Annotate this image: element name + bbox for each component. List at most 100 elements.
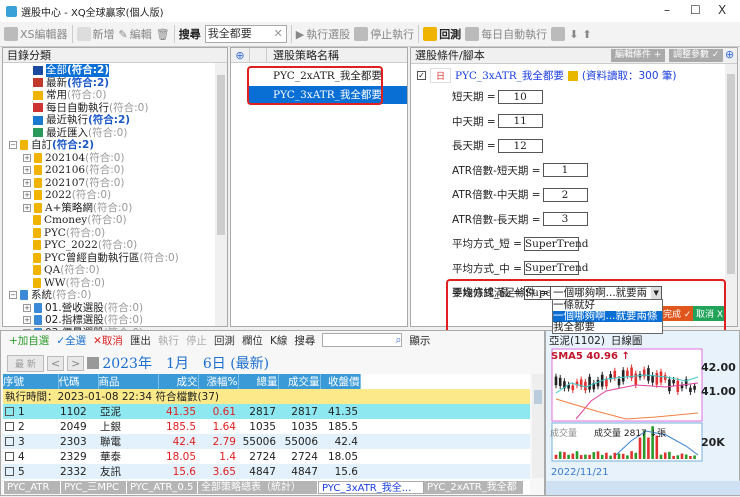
expand-icon[interactable]: + bbox=[23, 316, 31, 325]
results-tool-button[interactable]: 匯出 bbox=[130, 333, 151, 348]
search-input[interactable]: 我全都要 ✕ bbox=[204, 25, 287, 43]
backtest-button[interactable]: 回測 bbox=[423, 26, 461, 42]
table-row[interactable]: 2 2049 上銀 185.5 1.64 1035 1035 185.5 bbox=[3, 419, 530, 434]
expand-icon[interactable]: + bbox=[23, 203, 31, 212]
tree-item[interactable]: 全部 (符合:2) bbox=[3, 64, 227, 77]
delete-button[interactable]: 🗑 bbox=[156, 28, 170, 41]
collapse-icon[interactable]: − bbox=[9, 291, 17, 300]
strategy-tab[interactable]: PYC_ATR bbox=[4, 481, 61, 494]
table-row[interactable]: 3 2303 聯電 42.4 2.79 55006 55006 42.4 bbox=[3, 434, 530, 449]
param-input[interactable]: 12 bbox=[497, 138, 543, 153]
tree-item[interactable]: +02.指標選股 (符合:0) bbox=[3, 314, 227, 327]
tree-item[interactable]: +202106 (符合:0) bbox=[3, 164, 227, 177]
prev-button[interactable]: < bbox=[46, 355, 65, 371]
param-input[interactable]: 1 bbox=[542, 163, 588, 177]
strategy-tab[interactable]: PYC_2xATR_我全都 bbox=[424, 481, 524, 494]
tree-item[interactable]: +202107 (符合:0) bbox=[3, 177, 227, 190]
results-search-input[interactable]: ⌕ bbox=[322, 333, 403, 347]
close-button[interactable]: X bbox=[718, 3, 726, 17]
daily-run-button[interactable]: 每日自動執行 bbox=[465, 26, 547, 42]
param-input[interactable]: SuperTrend bbox=[523, 236, 589, 251]
zoom-icon[interactable]: ⊕ bbox=[725, 48, 734, 61]
xs-editor-button[interactable]: XS編輯器 bbox=[4, 26, 68, 42]
results-tool-button[interactable]: 欄位 bbox=[242, 333, 263, 348]
run-button[interactable]: ▶ 執行選股 bbox=[296, 26, 350, 42]
column-header[interactable]: 代碼 bbox=[58, 374, 99, 389]
tree-item[interactable]: 最近執行 (符合:2) bbox=[3, 114, 227, 127]
column-header[interactable]: 成交量 bbox=[278, 374, 321, 389]
param-input[interactable]: SuperTrend bbox=[523, 261, 589, 275]
strategy-tab[interactable]: PYC_ATR_0.5 bbox=[127, 481, 198, 494]
clear-icon[interactable]: ✕ bbox=[274, 26, 283, 42]
expand-icon[interactable]: + bbox=[23, 178, 31, 187]
tree-scrollbar[interactable] bbox=[215, 63, 227, 326]
strategy-tab[interactable]: PYC_三MPC bbox=[61, 481, 127, 494]
table-row[interactable]: 1 1102 亞泥 41.35 0.61 2817 2817 41.35 bbox=[3, 404, 530, 419]
calendar-icon[interactable] bbox=[87, 357, 100, 369]
import-button[interactable]: ⬇ bbox=[569, 28, 578, 41]
row-checkbox[interactable] bbox=[5, 407, 14, 416]
xs-script-icon[interactable] bbox=[567, 70, 578, 81]
results-tool-button[interactable]: ✓全選 bbox=[56, 333, 86, 348]
strategy-tab[interactable]: 全部策略總表（統計） bbox=[198, 481, 318, 494]
maximize-button[interactable]: ☐ bbox=[690, 3, 701, 17]
tree-item[interactable]: 常用 (符合:0) bbox=[3, 89, 227, 102]
param-input[interactable]: 3 bbox=[542, 212, 588, 226]
column-header[interactable]: 商品 bbox=[98, 374, 159, 389]
results-scrollbar[interactable] bbox=[532, 374, 544, 478]
results-tool-button[interactable]: K線 bbox=[270, 333, 287, 348]
next-button[interactable]: > bbox=[67, 355, 85, 371]
tree-item[interactable]: − 自訂 (符合:2) bbox=[3, 139, 227, 152]
results-tool-button[interactable]: +加自選 bbox=[9, 333, 49, 348]
column-header[interactable]: 序號 bbox=[3, 374, 59, 389]
tree-item[interactable]: +2022 (符合:0) bbox=[3, 189, 227, 202]
row-checkbox[interactable] bbox=[5, 422, 14, 431]
export-button[interactable]: ⬆ bbox=[582, 28, 591, 41]
tree-item[interactable]: − 系統 (符合:0) bbox=[3, 289, 227, 302]
tree-item[interactable]: +202104 (符合:0) bbox=[3, 152, 227, 165]
expand-icon[interactable]: + bbox=[23, 303, 31, 312]
results-tool-button[interactable]: 回測 bbox=[214, 333, 235, 348]
tree-item[interactable]: PYC (符合:0) bbox=[3, 227, 227, 240]
table-row[interactable]: 5 2332 友訊 15.6 3.65 4847 4847 15.6 bbox=[3, 464, 530, 479]
strategy-tab[interactable]: PYC_3xATR_我全... bbox=[318, 481, 424, 494]
tree-item[interactable]: + A+策略網 (符合:0) bbox=[3, 202, 227, 215]
column-header[interactable]: 漲幅% bbox=[198, 374, 239, 389]
param-input[interactable]: 2 bbox=[542, 187, 588, 202]
disable-daily-button[interactable] bbox=[551, 27, 566, 41]
tree-item[interactable]: 最新 (符合:2) bbox=[3, 77, 227, 90]
row-checkbox[interactable] bbox=[5, 452, 14, 461]
new-button[interactable]: 新增 bbox=[76, 26, 115, 42]
collapse-icon[interactable]: − bbox=[9, 141, 17, 150]
condition-name[interactable]: PYC_3xATR_我全都要 bbox=[455, 68, 564, 83]
param-input[interactable]: 11 bbox=[497, 114, 543, 128]
chart-scrollbar[interactable] bbox=[546, 481, 740, 495]
column-header[interactable]: 收盤價 bbox=[320, 374, 361, 389]
tree-item[interactable]: +01.營收選股 (符合:0) bbox=[3, 302, 227, 315]
tree-item[interactable]: 最近匯入 (符合:0) bbox=[3, 127, 227, 140]
results-tool-button[interactable]: ✕取消 bbox=[93, 333, 123, 348]
column-header[interactable]: 總量 bbox=[238, 374, 279, 389]
row-checkbox[interactable] bbox=[5, 437, 14, 446]
adjust-params-button[interactable]: 調整參數 ✓ bbox=[669, 49, 724, 62]
edit-button[interactable]: ✎ 編輯 bbox=[119, 26, 152, 42]
conditions-scrollbar[interactable] bbox=[725, 64, 737, 326]
option[interactable]: 我全都要 bbox=[553, 322, 662, 333]
param-input[interactable]: 10 bbox=[497, 89, 543, 104]
tree-item[interactable]: Cmoney (符合:0) bbox=[3, 214, 227, 227]
stop-button[interactable]: 停止執行 bbox=[354, 26, 414, 42]
row-checkbox[interactable] bbox=[5, 467, 14, 476]
tree-item[interactable]: PYC_2022 (符合:0) bbox=[3, 239, 227, 252]
table-row[interactable]: 4 2329 華泰 18.05 1.4 2724 2724 18.05 bbox=[3, 449, 530, 464]
column-header[interactable]: 成交 bbox=[158, 374, 199, 389]
show-label[interactable]: 顯示 bbox=[409, 333, 430, 348]
tree-item[interactable]: WW (符合:0) bbox=[3, 277, 227, 290]
condition-checkbox[interactable]: ✓ bbox=[417, 71, 426, 80]
tree-item[interactable]: QA (符合:0) bbox=[3, 264, 227, 277]
minimize-button[interactable]: – bbox=[664, 3, 670, 17]
edit-condition-button[interactable]: 編輯條件 + bbox=[611, 49, 666, 62]
results-tool-button[interactable]: 停止 bbox=[186, 333, 207, 348]
tree-item[interactable]: 每日自動執行 (符合:0) bbox=[3, 102, 227, 115]
results-tool-button[interactable]: 執行 bbox=[158, 333, 179, 348]
expand-icon[interactable]: + bbox=[23, 153, 31, 162]
